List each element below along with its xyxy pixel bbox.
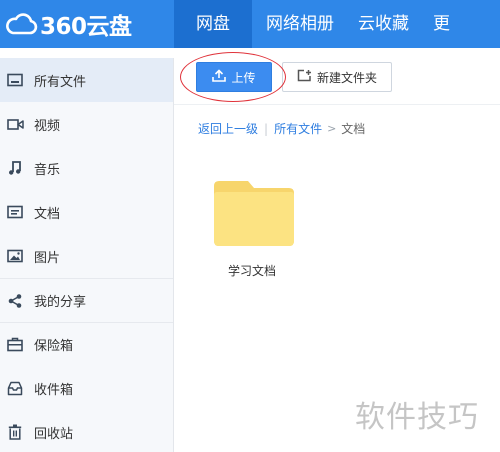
- sidebar-item-label: 回收站: [34, 426, 74, 442]
- trash-icon: [6, 423, 24, 441]
- main-nav: 网盘 网络相册 云收藏 更: [174, 0, 462, 48]
- share-icon: [6, 292, 24, 310]
- nav-tab-album[interactable]: 网络相册: [252, 0, 346, 48]
- sidebar-item-images[interactable]: 图片: [0, 234, 173, 278]
- video-icon: [6, 115, 24, 133]
- nav-tab-favorites[interactable]: 云收藏: [346, 0, 421, 48]
- toolbar: 上传 新建文件夹: [196, 62, 392, 92]
- nav-tab-more[interactable]: 更: [421, 0, 462, 48]
- upload-icon: [212, 69, 231, 85]
- watermark-text: 软件技巧: [355, 400, 479, 435]
- nav-tab-netdisk[interactable]: 网盘: [174, 0, 252, 48]
- logo-text: 360云盘: [40, 14, 132, 40]
- upload-button[interactable]: 上传: [196, 62, 272, 92]
- breadcrumb: 返回上一级 | 所有文件 > 文档: [198, 120, 365, 137]
- safe-box-icon: [6, 336, 24, 354]
- toolbar-divider: [174, 104, 500, 105]
- sidebar-item-music[interactable]: 音乐: [0, 146, 173, 190]
- sidebar-item-label: 我的分享: [34, 295, 87, 310]
- folder-icon: [212, 178, 298, 248]
- new-folder-button[interactable]: 新建文件夹: [282, 62, 392, 92]
- music-icon: [6, 159, 24, 177]
- all-files-icon: [6, 71, 24, 89]
- sidebar-item-label: 视频: [34, 118, 61, 134]
- breadcrumb-all-files[interactable]: 所有文件: [274, 120, 322, 137]
- new-folder-label: 新建文件夹: [316, 70, 377, 85]
- sidebar-item-video[interactable]: 视频: [0, 102, 173, 146]
- sidebar-item-label: 图片: [34, 250, 61, 266]
- breadcrumb-current: 文档: [341, 122, 366, 136]
- image-icon: [6, 247, 24, 265]
- sidebar-item-my-share[interactable]: 我的分享: [0, 278, 173, 322]
- folder-name: 学习文档: [227, 264, 276, 278]
- sidebar-item-documents[interactable]: 文档: [0, 190, 173, 234]
- sidebar-item-recycle-bin[interactable]: 回收站: [0, 410, 173, 452]
- new-folder-icon: [297, 69, 317, 85]
- chevron-right-icon: >: [327, 122, 337, 135]
- document-icon: [6, 203, 24, 221]
- sidebar-item-label: 所有文件: [34, 74, 87, 90]
- upload-label: 上传: [231, 70, 256, 85]
- folder-item[interactable]: 学习文档: [212, 178, 298, 278]
- sidebar-item-all-files[interactable]: 所有文件: [0, 58, 173, 102]
- inbox-icon: [6, 379, 24, 397]
- breadcrumb-separator: |: [264, 121, 269, 136]
- cloud-logo-icon: [4, 12, 38, 36]
- breadcrumb-back[interactable]: 返回上一级: [198, 120, 258, 137]
- sidebar-item-inbox[interactable]: 收件箱: [0, 366, 173, 410]
- sidebar-item-label: 收件箱: [34, 382, 74, 398]
- sidebar-item-label: 保险箱: [34, 339, 74, 354]
- sidebar-item-safe-box[interactable]: 保险箱: [0, 322, 173, 366]
- sidebar-item-label: 音乐: [34, 162, 61, 178]
- sidebar-item-label: 文档: [34, 206, 61, 222]
- logo[interactable]: 360云盘: [0, 0, 132, 48]
- top-bar: 360云盘 网盘 网络相册 云收藏 更: [0, 0, 500, 48]
- sidebar: 所有文件 视频 音乐 文档 图片 我的分享 保险箱 收件箱 回收站: [0, 58, 174, 452]
